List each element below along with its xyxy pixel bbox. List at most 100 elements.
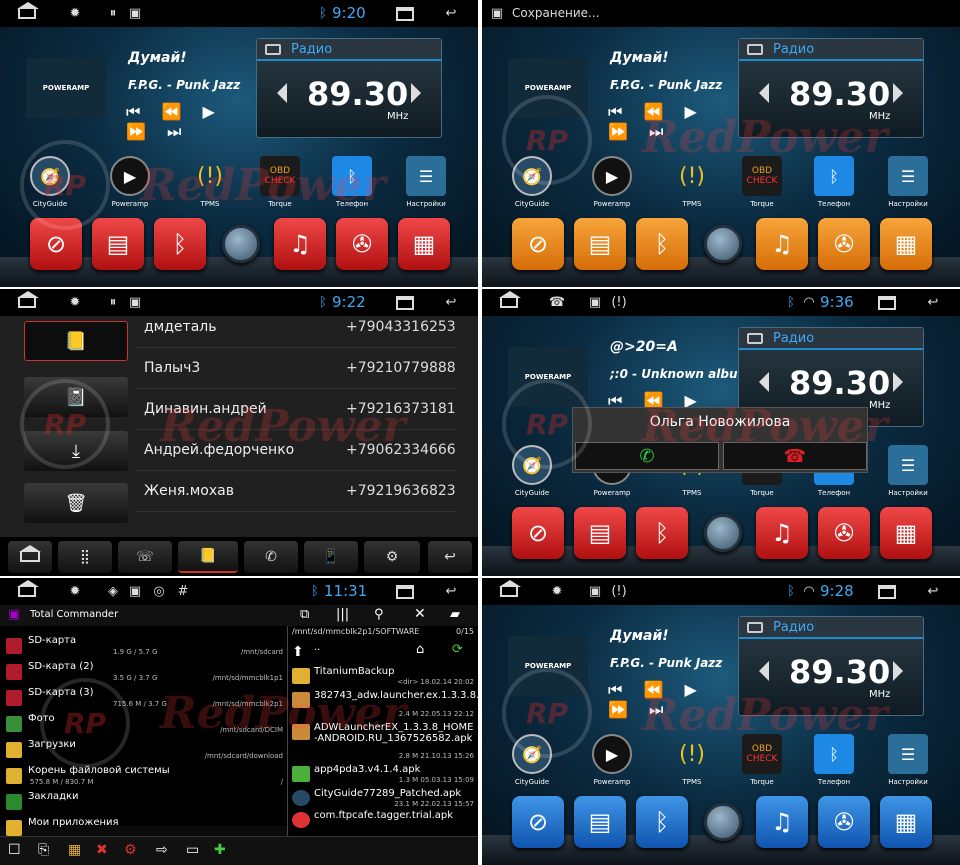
app-tpms[interactable]: (!)TPMS <box>664 156 720 209</box>
app-poweramp[interactable]: ▶Poweramp <box>584 734 640 786</box>
recent-apps-icon[interactable] <box>396 5 414 22</box>
back-icon[interactable]: ↩ <box>924 294 942 311</box>
dock-center-knob[interactable] <box>704 803 742 841</box>
dock-apps[interactable]: ▦ <box>880 218 932 270</box>
file-row[interactable]: app4pda3.v4.1.4.apk 1.3 M 05.03.13 15:09 <box>288 762 478 784</box>
dock-center-knob[interactable] <box>222 225 260 263</box>
contacts-button[interactable]: 📒 <box>178 541 238 573</box>
app-settings[interactable]: ☰ Настройки <box>880 734 936 786</box>
app-settings[interactable]: ☰ Настройки <box>880 156 936 208</box>
new-file-icon[interactable]: ✚ <box>214 842 226 858</box>
file-row[interactable]: CityGuide77289_Patched.apk 23.1 M 22.02.1… <box>288 786 478 808</box>
drive-row[interactable]: SD-карта 1.9 G / 5.7 G/mnt/sdcard <box>0 634 287 660</box>
dock-navigation[interactable]: ⊘ <box>512 796 564 848</box>
drive-row[interactable]: Загрузки/mnt/sdcard/download <box>0 738 287 764</box>
next-station-arrow[interactable] <box>893 372 903 392</box>
next-station-arrow[interactable] <box>893 661 903 681</box>
dock-center-knob[interactable] <box>704 514 742 552</box>
delete-icon[interactable]: ✖ <box>96 842 108 858</box>
home-icon[interactable] <box>17 579 39 600</box>
dock-center-knob[interactable] <box>704 225 742 263</box>
dock-navigation[interactable]: ⊘ <box>512 507 564 559</box>
settings-button[interactable]: ⚙ <box>364 541 420 573</box>
home-icon[interactable] <box>17 290 39 311</box>
calls-button[interactable]: ✆ <box>244 541 298 573</box>
player-controls[interactable]: ⏮ ⏪ ▶ ⏩ ⏭ <box>126 102 242 142</box>
contact-row[interactable]: дмдеталь +79043316253 <box>136 307 456 348</box>
dock-bluetooth[interactable]: ᛒ <box>636 796 688 848</box>
rename-icon[interactable]: ▭ <box>186 842 199 858</box>
dock-video[interactable]: ✇ <box>818 218 870 270</box>
app-tpms[interactable]: (!)TPMS <box>664 734 720 787</box>
app-settings[interactable]: ☰ Настройки <box>880 445 936 497</box>
next-station-arrow[interactable] <box>411 83 421 103</box>
home-icon[interactable] <box>499 579 521 600</box>
dock-music[interactable]: ♫ <box>274 218 326 270</box>
app-phone[interactable]: ᛒТелефон <box>806 734 862 786</box>
app-phone[interactable]: ᛒТелефон <box>806 156 862 208</box>
unpack-icon[interactable]: ⚙ <box>124 842 137 858</box>
new-folder-icon[interactable]: ▰ <box>450 607 460 622</box>
dock-radio[interactable]: ▤ <box>574 796 626 848</box>
call-log-button[interactable]: ☏ <box>118 541 172 573</box>
file-row[interactable]: com.ftpcafe.tagger.trial.apk <box>288 808 478 830</box>
dock-music[interactable]: ♫ <box>756 507 808 559</box>
radio-widget[interactable]: Радио 89.30 MHz <box>256 38 442 138</box>
home-icon[interactable] <box>499 290 521 311</box>
dock-video[interactable]: ✇ <box>818 507 870 559</box>
recent-apps-icon[interactable] <box>878 294 896 311</box>
drive-row[interactable]: Корень файловой системы 575.8 M / 830.7 M… <box>0 764 287 790</box>
parent-dir-row[interactable]: ⬆.. ⌂ ⟳ <box>288 640 478 662</box>
dock-radio[interactable]: ▤ <box>92 218 144 270</box>
dock-radio[interactable]: ▤ <box>574 218 626 270</box>
contact-row[interactable]: Палыч3 +79210779888 <box>136 348 456 389</box>
dock-music[interactable]: ♫ <box>756 796 808 848</box>
device-button[interactable]: 📱 <box>304 541 358 573</box>
recent-apps-icon[interactable] <box>878 583 896 600</box>
move-icon[interactable]: ⇨ <box>156 842 168 858</box>
drive-row[interactable]: SD-карта (2) 3.5 G / 3.7 G/mnt/sd/mmcblk1… <box>0 660 287 686</box>
next-station-arrow[interactable] <box>893 83 903 103</box>
app-settings[interactable]: ☰ Настройки <box>398 156 454 208</box>
recent-apps-icon[interactable] <box>396 583 414 600</box>
prev-station-arrow[interactable] <box>759 661 769 681</box>
home-button[interactable] <box>8 541 52 573</box>
dock-bluetooth[interactable]: ᛒ <box>154 218 206 270</box>
back-icon[interactable]: ↩ <box>442 583 460 600</box>
close-icon[interactable]: ✕ <box>414 606 426 622</box>
contact-row[interactable]: Женя.мохав +79219636823 <box>136 471 456 512</box>
select-icon[interactable]: ☐ <box>8 842 21 858</box>
drive-row[interactable]: Закладки <box>0 790 287 816</box>
columns-icon[interactable]: ||| <box>336 607 349 622</box>
dialpad-button[interactable]: ⣿ <box>58 541 112 573</box>
dock-apps[interactable]: ▦ <box>398 218 450 270</box>
tab-contacts[interactable]: 📒 <box>24 321 128 361</box>
dock-music[interactable]: ♫ <box>756 218 808 270</box>
refresh-icon[interactable]: ⟳ <box>452 642 463 657</box>
app-torque[interactable]: OBDCHECKTorque <box>734 156 790 208</box>
dock-apps[interactable]: ▦ <box>880 796 932 848</box>
pack-icon[interactable]: ▦ <box>68 842 81 858</box>
back-icon[interactable]: ↩ <box>924 583 942 600</box>
prev-station-arrow[interactable] <box>277 83 287 103</box>
music-widget[interactable]: POWERAMP Думай! F.P.G. - Punk Jazz ⏮ ⏪ ▶… <box>22 38 242 141</box>
app-poweramp[interactable]: ▶Poweramp <box>584 156 640 208</box>
home-icon[interactable]: ⌂ <box>416 642 424 657</box>
app-torque[interactable]: OBDCHECKTorque <box>734 734 790 786</box>
copy-icon[interactable]: ⎘ <box>38 842 49 858</box>
home-icon[interactable] <box>17 1 39 22</box>
tab-delete-contacts[interactable]: 🗑 <box>24 483 128 523</box>
search-icon[interactable]: ⚲ <box>374 607 384 622</box>
back-icon[interactable]: ↩ <box>442 5 460 22</box>
dock-apps[interactable]: ▦ <box>880 507 932 559</box>
back-button[interactable]: ↩ <box>428 541 472 573</box>
dock-video[interactable]: ✇ <box>818 796 870 848</box>
dock-radio[interactable]: ▤ <box>574 507 626 559</box>
prev-station-arrow[interactable] <box>759 83 769 103</box>
dock-video[interactable]: ✇ <box>336 218 388 270</box>
dock-bluetooth[interactable]: ᛒ <box>636 218 688 270</box>
dock-navigation[interactable]: ⊘ <box>512 218 564 270</box>
dock-bluetooth[interactable]: ᛒ <box>636 507 688 559</box>
zip-icon[interactable]: ⧉ <box>300 607 309 622</box>
prev-station-arrow[interactable] <box>759 372 769 392</box>
